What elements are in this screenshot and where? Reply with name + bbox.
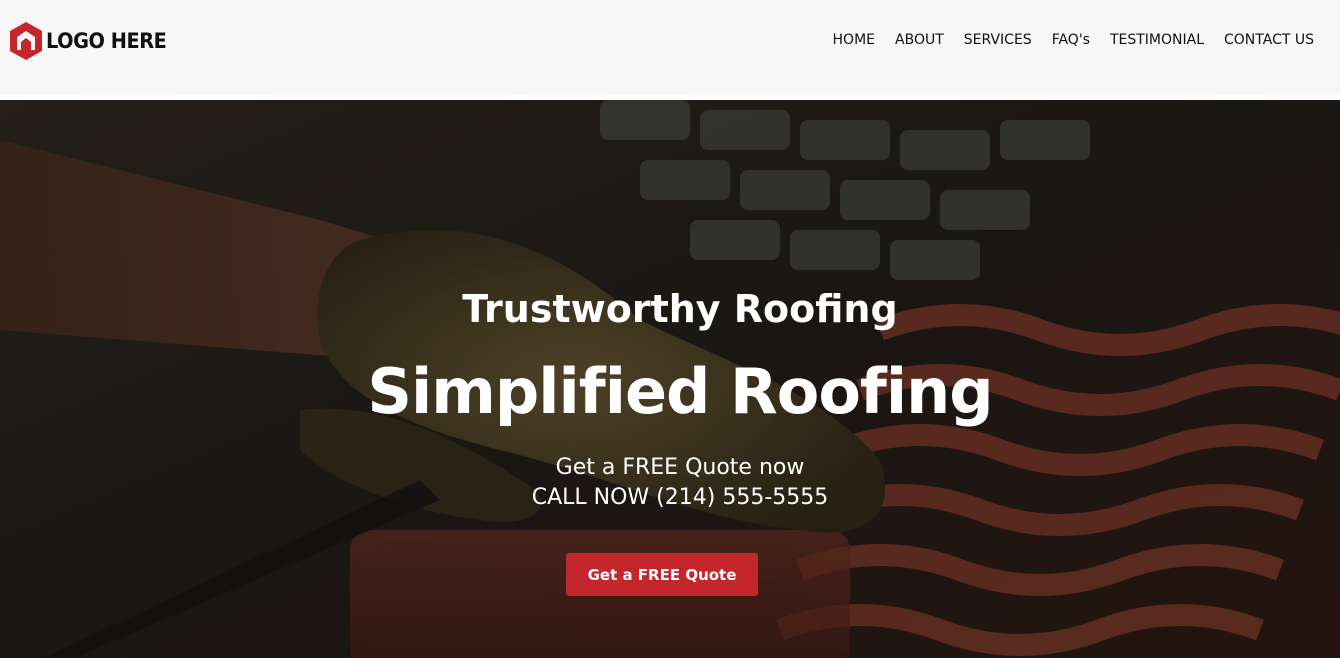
site-header: LOGO HERE HOME ABOUT SERVICES FAQ's TEST…	[0, 0, 1340, 94]
nav-item-testimonial[interactable]: TESTIMONIAL	[1110, 31, 1204, 49]
nav-item-services[interactable]: SERVICES	[964, 31, 1032, 49]
nav-item-about[interactable]: ABOUT	[895, 31, 944, 49]
logo[interactable]: LOGO HERE	[8, 20, 177, 62]
house-hexagon-icon	[10, 22, 42, 60]
nav-item-contact-us[interactable]: CONTACT US	[1224, 31, 1314, 49]
nav-item-faqs[interactable]: FAQ's	[1052, 31, 1090, 49]
hero-subline-phone[interactable]: CALL NOW (214) 555-5555	[0, 483, 1340, 513]
main-nav: HOME ABOUT SERVICES FAQ's TESTIMONIAL CO…	[813, 31, 1314, 49]
hero-content: Trustworthy Roofing Simplified Roofing G…	[0, 100, 1340, 658]
hero-subline-quote: Get a FREE Quote now	[555, 455, 805, 480]
nav-item-home[interactable]: HOME	[833, 31, 875, 49]
logo-text: LOGO HERE	[46, 29, 167, 53]
get-free-quote-button[interactable]: Get a FREE Quote	[566, 553, 758, 596]
hero-section: Trustworthy Roofing Simplified Roofing G…	[0, 100, 1340, 658]
hero-eyebrow: Trustworthy Roofing	[462, 287, 898, 331]
hero-headline: Simplified Roofing	[367, 355, 993, 428]
